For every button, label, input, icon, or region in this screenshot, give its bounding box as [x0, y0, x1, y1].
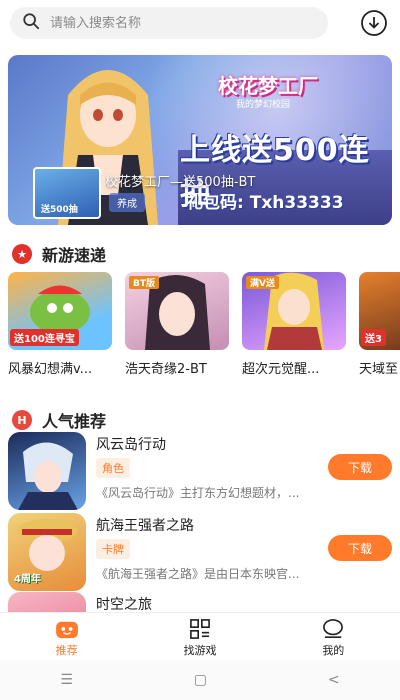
recommend-tab-icon — [55, 621, 78, 639]
tab-find-games[interactable]: 找游戏 — [133, 613, 266, 658]
bottom-tab-bar: 推荐 找游戏 我的 — [0, 612, 400, 658]
new-game-name: 浩天奇缘2-BT — [125, 362, 207, 377]
hot-list-item[interactable]: 风云岛行动 角色 《风云岛行动》主打东方幻想题材，... 下载 — [8, 432, 392, 512]
tab-recommend[interactable]: 推荐 — [0, 613, 133, 658]
new-game-card[interactable]: 满V送 超次元觉醒... — [242, 272, 356, 382]
new-game-cover: 送100连寻宝 — [8, 272, 112, 350]
banner-game-logo-subtitle: 我的梦幻校园 — [236, 100, 291, 110]
game-icon-anniversary-label: 4周年 — [14, 574, 41, 585]
home-icon[interactable]: ▢ — [194, 672, 207, 688]
download-button[interactable]: 下载 — [328, 535, 392, 561]
search-bar[interactable] — [10, 7, 328, 39]
download-icon — [361, 10, 387, 36]
game-title: 时空之旅 — [96, 597, 152, 612]
grid-icon — [190, 619, 210, 639]
game-description: 《风云岛行动》主打东方幻想题材，... — [96, 486, 300, 500]
game-genre-tag: 卡牌 — [96, 539, 130, 559]
hot-icon: H — [12, 410, 32, 430]
tab-label: 找游戏 — [183, 644, 217, 657]
tab-label: 推荐 — [55, 644, 78, 657]
hot-list-item[interactable]: 4周年 航海王强者之路 卡牌 《航海王强者之路》是由日本东映官... 下载 — [8, 513, 392, 593]
banner-game-logo: 校花梦工厂 — [218, 74, 318, 98]
new-game-ribbon: 送3 — [361, 329, 386, 346]
download-button[interactable]: 下载 — [328, 454, 392, 480]
new-game-name: 超次元觉醒... — [242, 362, 320, 377]
profile-icon — [323, 619, 344, 638]
new-games-icon: ★ — [12, 244, 32, 264]
system-navigation-bar: ☰ ▢ < — [0, 660, 400, 700]
new-games-carousel[interactable]: 送100连寻宝 风暴幻想满v... BT版 浩天奇缘2-BT 满V送 超次元觉醒… — [8, 272, 400, 382]
game-title: 航海王强者之路 — [96, 518, 194, 534]
back-icon[interactable]: < — [328, 672, 340, 688]
hot-list-item[interactable]: 时空之旅 — [8, 592, 392, 612]
game-genre-tag: 角色 — [96, 458, 130, 478]
new-game-card[interactable]: 送3 天域至 — [359, 272, 400, 382]
new-game-cover: BT版 — [125, 272, 229, 350]
search-input[interactable] — [50, 15, 300, 31]
game-title: 风云岛行动 — [96, 437, 166, 453]
game-icon — [8, 432, 86, 510]
download-manager-button[interactable] — [359, 8, 389, 38]
new-game-corner-tag: 满V送 — [246, 276, 279, 289]
banner-thumbnail-label: 送500抽 — [41, 205, 78, 215]
new-game-card[interactable]: 送100连寻宝 风暴幻想满v... — [8, 272, 122, 382]
banner-genre-tag: 养成 — [109, 193, 145, 212]
new-game-name: 天域至 — [359, 362, 399, 377]
new-game-cover: 满V送 — [242, 272, 346, 350]
tab-label: 我的 — [322, 644, 345, 657]
new-game-corner-tag: BT版 — [129, 276, 159, 289]
game-icon — [8, 592, 86, 612]
new-games-title: 新游速递 — [42, 246, 107, 265]
banner-thumbnail: 送500抽 — [33, 167, 101, 219]
new-games-header: ★ 新游速递 — [12, 242, 106, 266]
game-icon: 4周年 — [8, 513, 86, 591]
menu-icon[interactable]: ☰ — [60, 672, 73, 688]
new-game-name: 风暴幻想满v... — [8, 362, 93, 377]
new-game-card[interactable]: BT版 浩天奇缘2-BT — [125, 272, 239, 382]
new-game-cover: 送3 — [359, 272, 400, 350]
search-icon — [22, 12, 40, 34]
tab-mine[interactable]: 我的 — [267, 613, 400, 658]
promo-banner[interactable]: 校花梦工厂 我的梦幻校园 上线送500连抽 礼包码: Txh33333 送500… — [8, 55, 392, 225]
game-icon-art — [18, 442, 78, 510]
hot-header: H 人气推荐 — [12, 408, 106, 432]
hot-title: 人气推荐 — [42, 412, 107, 431]
new-game-ribbon: 送100连寻宝 — [10, 329, 79, 346]
banner-caption: 校花梦工厂—送500抽-BT — [105, 175, 256, 190]
game-description: 《航海王强者之路》是由日本东映官... — [96, 567, 300, 581]
banner-promo-code: 礼包码: Txh33333 — [186, 193, 344, 213]
